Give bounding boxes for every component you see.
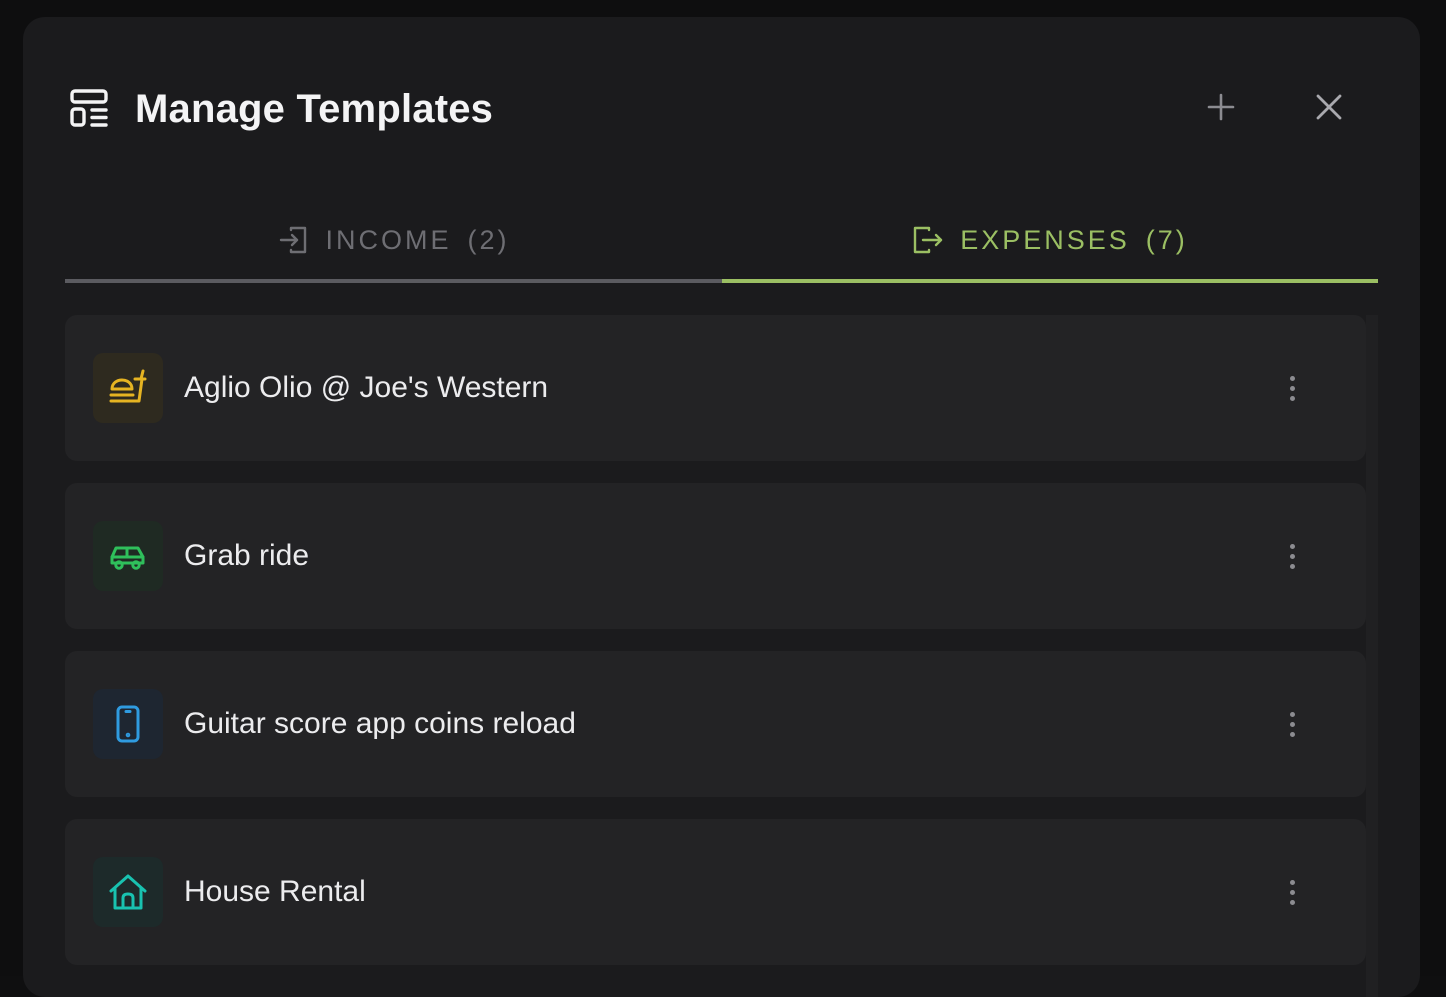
list-scrollbar[interactable] xyxy=(1366,315,1378,997)
kebab-dot xyxy=(1289,731,1295,737)
close-icon xyxy=(1315,93,1343,126)
template-icon xyxy=(68,88,110,130)
tab-expenses[interactable]: EXPENSES (7) xyxy=(722,197,1378,283)
modal-header: Manage Templates xyxy=(23,17,1420,197)
kebab-dot xyxy=(1289,563,1295,569)
more-options-button[interactable] xyxy=(1277,364,1307,412)
list-item[interactable]: Aglio Olio @ Joe's Western xyxy=(65,315,1366,461)
tab-income[interactable]: INCOME (2) xyxy=(65,197,722,283)
login-icon xyxy=(278,224,310,256)
kebab-dot xyxy=(1289,711,1295,717)
list-item[interactable]: House Rental xyxy=(65,819,1366,965)
tab-income-count: (2) xyxy=(467,224,510,255)
template-label: Guitar score app coins reload xyxy=(184,707,576,740)
tab-income-label: INCOME xyxy=(325,224,452,255)
tab-expenses-underline xyxy=(722,279,1378,283)
template-label: Aglio Olio @ Joe's Western xyxy=(184,371,549,404)
tab-expenses-label: EXPENSES xyxy=(960,224,1130,255)
kebab-dot xyxy=(1289,375,1295,381)
kebab-dot xyxy=(1289,553,1295,559)
kebab-dot xyxy=(1289,879,1295,885)
page-title: Manage Templates xyxy=(135,87,494,131)
template-label: Grab ride xyxy=(184,539,310,572)
kebab-dot xyxy=(1289,721,1295,727)
list-item[interactable]: Guitar score app coins reload xyxy=(65,651,1366,797)
template-label: House Rental xyxy=(184,875,366,908)
add-template-button[interactable] xyxy=(1199,87,1243,131)
plus-icon xyxy=(1207,93,1235,126)
more-options-button[interactable] xyxy=(1277,868,1307,916)
home-icon xyxy=(93,857,163,927)
more-options-button[interactable] xyxy=(1277,700,1307,748)
close-button[interactable] xyxy=(1307,87,1351,131)
list-item[interactable]: Grab ride xyxy=(65,483,1366,629)
more-options-button[interactable] xyxy=(1277,532,1307,580)
kebab-dot xyxy=(1289,543,1295,549)
kebab-dot xyxy=(1289,899,1295,905)
smartphone-icon xyxy=(93,689,163,759)
kebab-dot xyxy=(1289,395,1295,401)
tab-expenses-count: (7) xyxy=(1145,224,1188,255)
kebab-dot xyxy=(1289,385,1295,391)
tab-bar: INCOME (2) EXPENSES (7) xyxy=(65,197,1378,287)
kebab-dot xyxy=(1289,889,1295,895)
car-icon xyxy=(93,521,163,591)
food-icon xyxy=(93,353,163,423)
manage-templates-modal: Manage Templates INCOME (2) EXPENSES (7)… xyxy=(23,17,1420,997)
tab-income-underline xyxy=(65,279,722,283)
logout-icon xyxy=(912,224,944,256)
